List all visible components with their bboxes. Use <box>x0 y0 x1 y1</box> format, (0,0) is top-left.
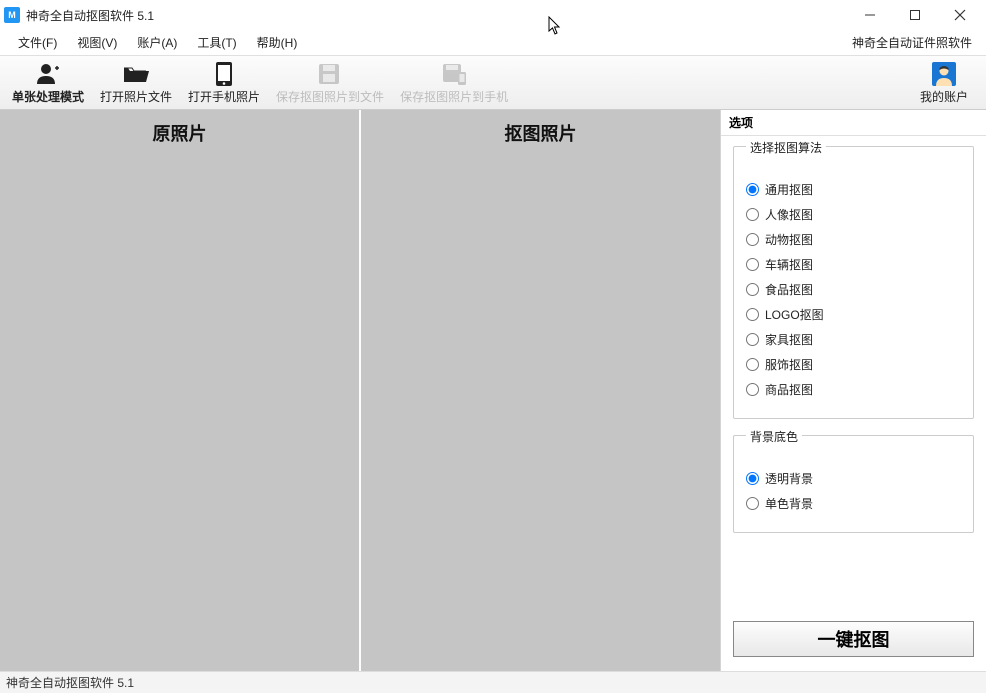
window-controls <box>847 1 982 29</box>
algorithm-option-1[interactable]: 人像抠图 <box>746 206 961 223</box>
background-radio-0[interactable] <box>746 472 759 485</box>
app-icon: M <box>4 7 20 23</box>
menu-account[interactable]: 账户(A) <box>127 30 187 55</box>
algorithm-radio-2[interactable] <box>746 233 759 246</box>
result-title: 抠图照片 <box>361 110 720 156</box>
options-body: 选择抠图算法 通用抠图人像抠图动物抠图车辆抠图食品抠图 LOGO抠图家具抠图服饰抠… <box>721 136 986 611</box>
open-file-button[interactable]: 打开照片文件 <box>94 58 178 108</box>
avatar-icon <box>930 61 958 87</box>
folder-open-icon <box>122 61 150 87</box>
algorithm-label-2: 动物抠图 <box>765 231 813 248</box>
open-phone-label: 打开手机照片 <box>188 88 260 105</box>
minimize-button[interactable] <box>847 1 892 29</box>
save-file-button: 保存抠图照片到文件 <box>270 58 390 108</box>
save-file-label: 保存抠图照片到文件 <box>276 88 384 105</box>
single-mode-label: 单张处理模式 <box>12 88 84 105</box>
original-canvas[interactable]: 原照片 <box>0 110 361 671</box>
menu-file[interactable]: 文件(F) <box>8 30 67 55</box>
algorithm-radio-1[interactable] <box>746 208 759 221</box>
person-icon <box>34 61 62 87</box>
statusbar: 神奇全自动抠图软件 5.1 <box>0 671 986 693</box>
algorithm-radio-0[interactable] <box>746 183 759 196</box>
algorithm-option-6[interactable]: 家具抠图 <box>746 331 961 348</box>
background-fieldset: 背景底色 透明背景单色背景 <box>733 435 974 533</box>
background-label-1: 单色背景 <box>765 495 813 512</box>
close-button[interactable] <box>937 1 982 29</box>
menu-tools[interactable]: 工具(T) <box>187 30 246 55</box>
main-area: 原照片 抠图照片 选项 选择抠图算法 通用抠图人像抠图动物抠图车辆抠图食品抠图 L… <box>0 110 986 671</box>
titlebar: M 神奇全自动抠图软件 5.1 <box>0 0 986 30</box>
options-footer: 一键抠图 <box>721 611 986 671</box>
menubar: 文件(F) 视图(V) 账户(A) 工具(T) 帮助(H) 神奇全自动证件照软件 <box>0 30 986 56</box>
algorithm-label-0: 通用抠图 <box>765 181 813 198</box>
algorithm-label-8: 商品抠图 <box>765 381 813 398</box>
original-title: 原照片 <box>0 110 359 156</box>
window-title: 神奇全自动抠图软件 5.1 <box>26 7 154 24</box>
background-label-0: 透明背景 <box>765 470 813 487</box>
background-option-1[interactable]: 单色背景 <box>746 495 961 512</box>
one-click-cutout-button[interactable]: 一键抠图 <box>733 621 974 657</box>
phone-icon <box>210 61 238 87</box>
menu-view[interactable]: 视图(V) <box>67 30 127 55</box>
menu-help[interactable]: 帮助(H) <box>247 30 308 55</box>
algorithm-label-1: 人像抠图 <box>765 206 813 223</box>
algorithm-radio-4[interactable] <box>746 283 759 296</box>
algorithm-label-4: 食品抠图 <box>765 281 813 298</box>
algorithm-option-4[interactable]: 食品抠图 <box>746 281 961 298</box>
save-phone-button: 保存抠图照片到手机 <box>394 58 514 108</box>
algorithm-option-8[interactable]: 商品抠图 <box>746 381 961 398</box>
algorithm-option-2[interactable]: 动物抠图 <box>746 231 961 248</box>
save-phone-label: 保存抠图照片到手机 <box>400 88 508 105</box>
algorithm-fieldset: 选择抠图算法 通用抠图人像抠图动物抠图车辆抠图食品抠图LOGO抠图家具抠图服饰抠… <box>733 146 974 419</box>
algorithm-option-3[interactable]: 车辆抠图 <box>746 256 961 273</box>
algorithm-option-7[interactable]: 服饰抠图 <box>746 356 961 373</box>
algorithm-radio-3[interactable] <box>746 258 759 271</box>
algorithm-label-7: 服饰抠图 <box>765 356 813 373</box>
background-option-0[interactable]: 透明背景 <box>746 470 961 487</box>
algorithm-radio-5[interactable] <box>746 308 759 321</box>
algorithm-radio-8[interactable] <box>746 383 759 396</box>
algorithm-option-5[interactable]: LOGO抠图 <box>746 306 961 323</box>
save-phone-icon <box>440 61 468 87</box>
menu-right-label[interactable]: 神奇全自动证件照软件 <box>852 34 978 51</box>
algorithm-label-6: 家具抠图 <box>765 331 813 348</box>
result-canvas[interactable]: 抠图照片 <box>361 110 720 671</box>
toolbar: 单张处理模式 打开照片文件 打开手机照片 保存 <box>0 56 986 110</box>
single-mode-button[interactable]: 单张处理模式 <box>6 58 90 108</box>
open-phone-button[interactable]: 打开手机照片 <box>182 58 266 108</box>
maximize-button[interactable] <box>892 1 937 29</box>
my-account-button[interactable]: 我的账户 <box>908 58 980 108</box>
open-file-label: 打开照片文件 <box>100 88 172 105</box>
background-legend: 背景底色 <box>746 428 802 445</box>
background-radio-1[interactable] <box>746 497 759 510</box>
algorithm-option-0[interactable]: 通用抠图 <box>746 181 961 198</box>
my-account-label: 我的账户 <box>920 88 968 105</box>
algorithm-radio-6[interactable] <box>746 333 759 346</box>
algorithm-legend: 选择抠图算法 <box>746 139 826 156</box>
algorithm-radio-7[interactable] <box>746 358 759 371</box>
canvas-area: 原照片 抠图照片 <box>0 110 720 671</box>
status-text: 神奇全自动抠图软件 5.1 <box>6 674 134 691</box>
algorithm-label-5: LOGO抠图 <box>765 306 824 323</box>
algorithm-label-3: 车辆抠图 <box>765 256 813 273</box>
options-header: 选项 <box>721 110 986 136</box>
options-panel: 选项 选择抠图算法 通用抠图人像抠图动物抠图车辆抠图食品抠图 LOGO抠图家具抠图… <box>720 110 986 671</box>
save-file-icon <box>316 61 344 87</box>
